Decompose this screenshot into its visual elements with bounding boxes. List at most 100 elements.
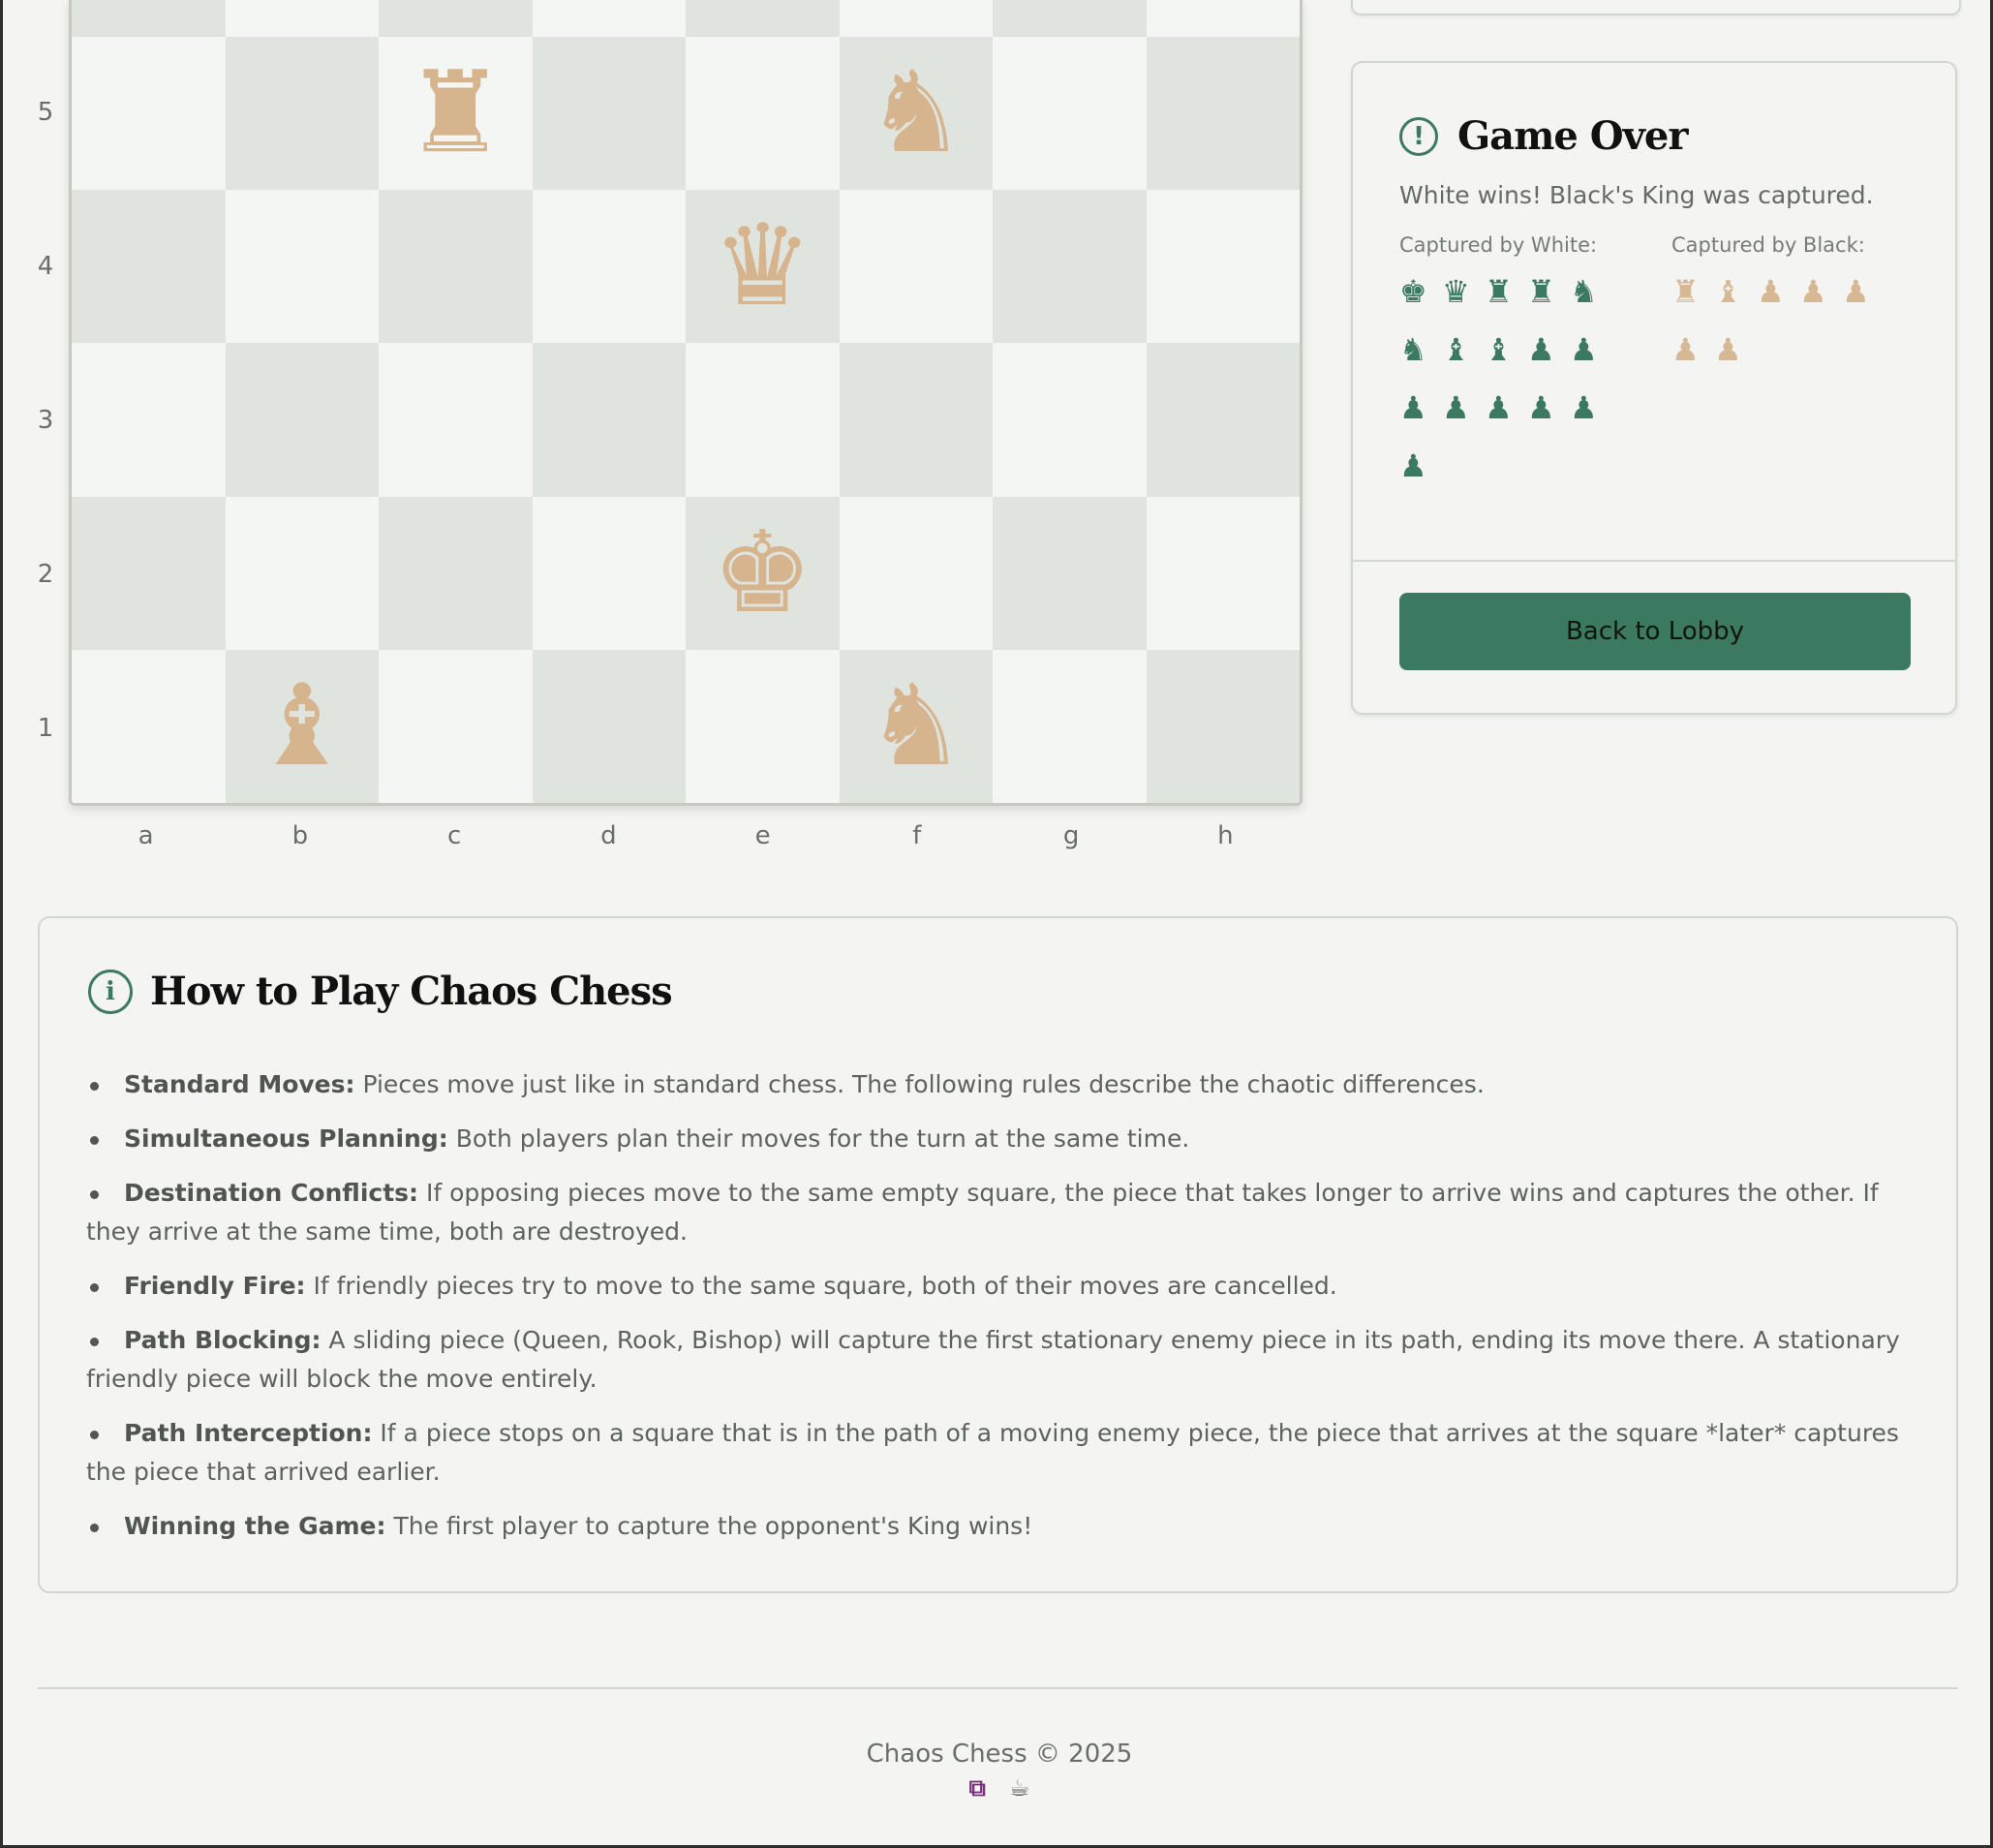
chess-board-area: ♜ ♞ ♛ ♚ ♝ ♞	[69, 0, 1303, 806]
square-e2[interactable]: ♚	[686, 496, 840, 650]
piece-bishop[interactable]: ♝	[252, 669, 353, 783]
square-a4[interactable]	[72, 190, 226, 344]
square-b1[interactable]: ♝	[225, 649, 379, 803]
square-f1[interactable]: ♞	[839, 649, 993, 803]
square-d3[interactable]	[532, 343, 686, 497]
back-to-lobby-button[interactable]: Back to Lobby	[1399, 593, 1911, 670]
rule-item: Friendly Fire: If friendly pieces try to…	[86, 1267, 1916, 1306]
square-c4[interactable]	[379, 190, 533, 344]
square-b4[interactable]	[225, 190, 379, 344]
square-a5[interactable]	[72, 37, 226, 191]
square-h2[interactable]	[1146, 496, 1300, 650]
square-e1[interactable]	[686, 649, 840, 803]
square-f3[interactable]	[839, 343, 993, 497]
square-g2[interactable]	[993, 496, 1147, 650]
square-c6[interactable]	[379, 0, 533, 37]
piece-knight[interactable]: ♞	[866, 669, 966, 783]
piece-king[interactable]: ♚	[712, 516, 813, 630]
captured-piece: ♜	[1485, 273, 1513, 310]
square-f5[interactable]: ♞	[839, 37, 993, 191]
piece-queen[interactable]: ♛	[712, 210, 813, 323]
square-g3[interactable]	[993, 343, 1147, 497]
square-e4[interactable]: ♛	[686, 190, 840, 344]
rule-term: Friendly Fire:	[124, 1272, 306, 1300]
square-g4[interactable]	[993, 190, 1147, 344]
file-label: e	[754, 821, 771, 850]
captured-by-black-list: ♜ ♝ ♟ ♟ ♟ ♟ ♟	[1671, 276, 1885, 392]
captured-by-white-list: ♚ ♛ ♜ ♜ ♞ ♞ ♝ ♝ ♟ ♟ ♟ ♟ ♟ ♟ ♟ ♟	[1399, 276, 1612, 508]
rule-item: Simultaneous Planning: Both players plan…	[86, 1120, 1916, 1158]
square-b6[interactable]	[225, 0, 379, 37]
captured-piece: ♟	[1527, 331, 1555, 368]
square-d4[interactable]	[532, 190, 686, 344]
square-d6[interactable]	[532, 0, 686, 37]
captured-piece: ♟	[1799, 273, 1827, 310]
file-label: h	[1217, 821, 1234, 850]
rules-list: Standard Moves: Pieces move just like in…	[86, 1065, 1916, 1561]
captured-piece: ♞	[1399, 331, 1427, 368]
square-c5[interactable]: ♜	[379, 37, 533, 191]
square-a6[interactable]	[72, 0, 226, 37]
square-d5[interactable]	[532, 37, 686, 191]
square-d2[interactable]	[532, 496, 686, 650]
square-b3[interactable]	[225, 343, 379, 497]
square-e3[interactable]	[686, 343, 840, 497]
rule-text: A sliding piece (Queen, Rook, Bishop) wi…	[86, 1326, 1900, 1393]
captured-piece: ♝	[1485, 331, 1513, 368]
turn-panel-card	[1351, 0, 1961, 15]
rule-term: Standard Moves:	[124, 1070, 355, 1098]
square-h3[interactable]	[1146, 343, 1300, 497]
brand-icon[interactable]: ⧉	[969, 1776, 986, 1800]
rule-text: The first player to capture the opponent…	[385, 1512, 1033, 1540]
square-f2[interactable]	[839, 496, 993, 650]
rank-label: 2	[37, 559, 54, 589]
rule-term: Winning the Game:	[124, 1512, 386, 1540]
square-a1[interactable]	[72, 649, 226, 803]
captured-piece: ♟	[1399, 447, 1427, 484]
square-h4[interactable]	[1146, 190, 1300, 344]
square-c2[interactable]	[379, 496, 533, 650]
piece-knight[interactable]: ♞	[866, 57, 966, 169]
captured-piece: ♟	[1671, 331, 1700, 368]
piece-rook[interactable]: ♜	[405, 57, 506, 169]
card-divider	[1353, 560, 1955, 562]
rule-item: Destination Conflicts: If opposing piece…	[86, 1174, 1916, 1251]
captured-piece: ♝	[1442, 331, 1470, 368]
square-a3[interactable]	[72, 343, 226, 497]
captured-piece: ♟	[1442, 389, 1470, 426]
chess-board[interactable]: ♜ ♞ ♛ ♚ ♝ ♞	[69, 0, 1303, 806]
square-h6[interactable]	[1146, 0, 1300, 37]
square-c1[interactable]	[379, 649, 533, 803]
square-e6[interactable]	[686, 0, 840, 37]
captured-piece: ♟	[1570, 331, 1598, 368]
square-g1[interactable]	[993, 649, 1147, 803]
square-b5[interactable]	[225, 37, 379, 191]
square-c3[interactable]	[379, 343, 533, 497]
captured-piece: ♟	[1527, 389, 1555, 426]
coffee-cup-icon[interactable]: ☕	[1009, 1776, 1030, 1800]
captured-piece: ♜	[1527, 273, 1555, 310]
how-to-play-title: How to Play Chaos Chess	[150, 969, 673, 1014]
square-e5[interactable]	[686, 37, 840, 191]
square-b2[interactable]	[225, 496, 379, 650]
square-d1[interactable]	[532, 649, 686, 803]
square-f4[interactable]	[839, 190, 993, 344]
square-h1[interactable]	[1146, 649, 1300, 803]
game-over-card: ! Game Over White wins! Black's King was…	[1351, 61, 1957, 715]
rule-term: Simultaneous Planning:	[124, 1124, 448, 1153]
game-result-text: White wins! Black's King was captured.	[1399, 181, 1874, 209]
captured-by-white-label: Captured by White:	[1399, 233, 1598, 257]
rule-term: Destination Conflicts:	[124, 1179, 419, 1207]
captured-piece: ♚	[1399, 273, 1427, 310]
square-g5[interactable]	[993, 37, 1147, 191]
file-label: f	[912, 821, 922, 850]
footer-divider	[38, 1687, 1958, 1689]
alert-circle-icon: !	[1399, 116, 1438, 156]
rule-text: Both players plan their moves for the tu…	[447, 1124, 1190, 1153]
square-g6[interactable]	[993, 0, 1147, 37]
captured-piece: ♟	[1842, 273, 1870, 310]
square-f6[interactable]	[839, 0, 993, 37]
square-h5[interactable]	[1146, 37, 1300, 191]
square-a2[interactable]	[72, 496, 226, 650]
captured-piece: ♟	[1714, 331, 1742, 368]
